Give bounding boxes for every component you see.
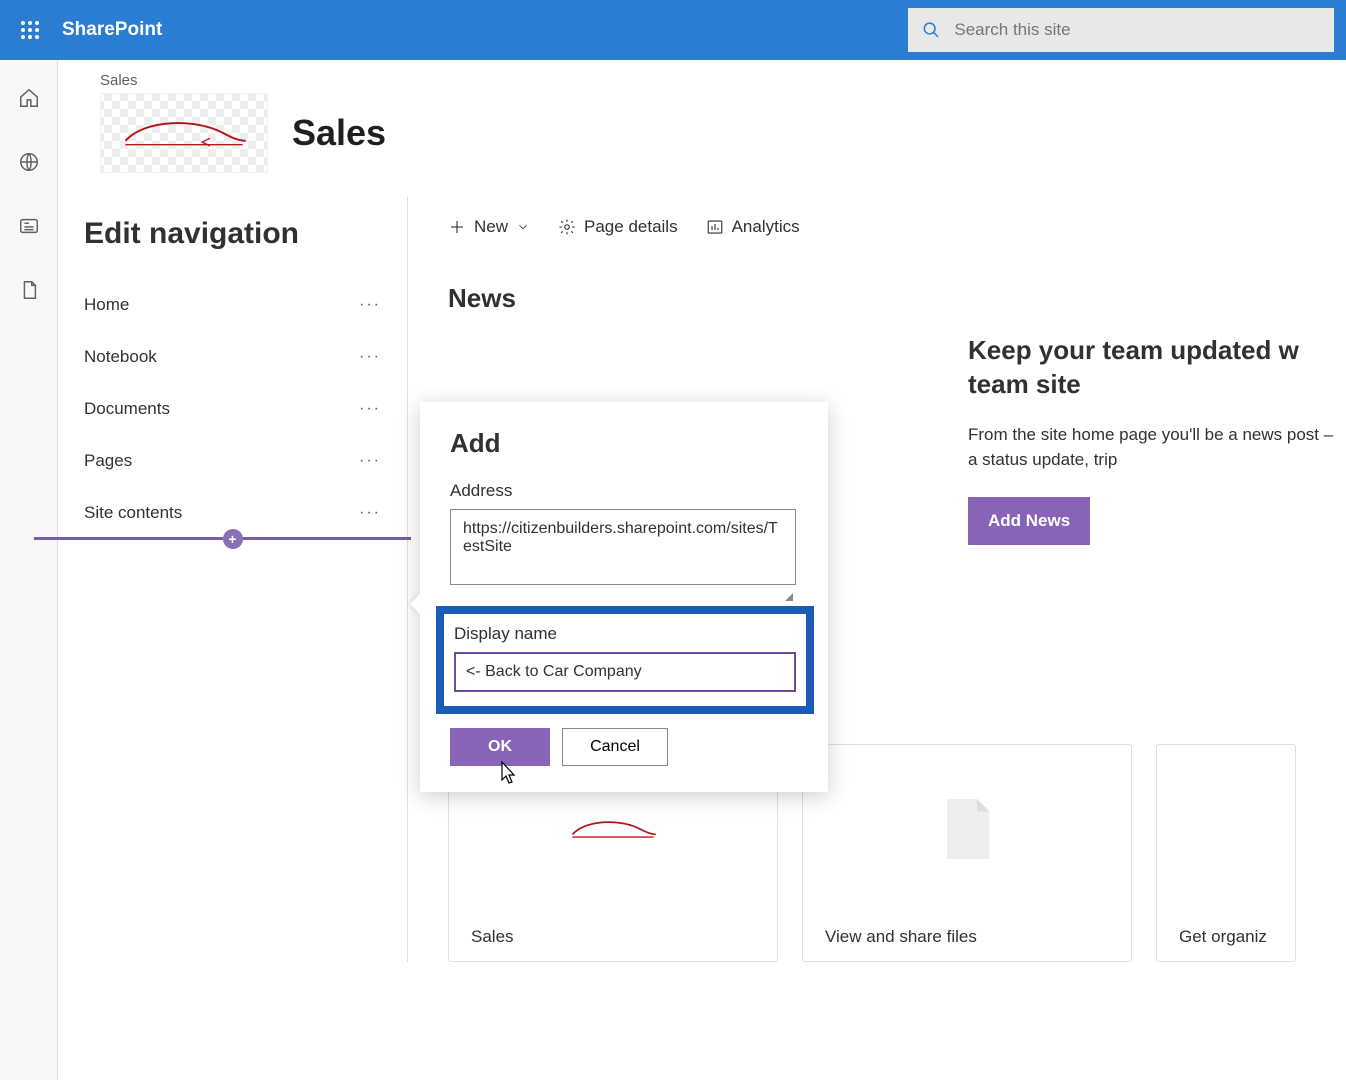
edit-navigation-panel: Edit navigation Home ··· Notebook ··· Do… xyxy=(58,197,408,962)
nav-item-documents[interactable]: Documents ··· xyxy=(84,383,381,435)
page-details-button[interactable]: Page details xyxy=(558,217,678,237)
search-icon xyxy=(922,20,940,40)
news-icon xyxy=(18,215,40,237)
site-header: Sales Sales xyxy=(58,60,1346,197)
news-title: Keep your team updated w team site xyxy=(968,334,1346,402)
chevron-down-icon xyxy=(516,220,530,234)
nav-item-label: Documents xyxy=(84,399,170,419)
rail-globe-button[interactable] xyxy=(15,148,43,176)
resize-handle-icon[interactable] xyxy=(785,593,793,601)
document-icon xyxy=(937,794,997,864)
display-name-label: Display name xyxy=(454,624,796,644)
quick-link-card[interactable]: Get organiz xyxy=(1156,744,1296,962)
rail-news-button[interactable] xyxy=(15,212,43,240)
globe-icon xyxy=(18,151,40,173)
news-body: From the site home page you'll be a news… xyxy=(968,422,1346,473)
search-box[interactable] xyxy=(908,8,1334,52)
card-label: View and share files xyxy=(803,913,1131,961)
rail-home-button[interactable] xyxy=(15,84,43,112)
analytics-label: Analytics xyxy=(732,217,800,237)
car-logo-icon xyxy=(119,113,249,153)
rail-files-button[interactable] xyxy=(15,276,43,304)
app-launcher-button[interactable] xyxy=(12,12,48,48)
page-details-label: Page details xyxy=(584,217,678,237)
add-link-callout: Add Address Display name OK Cancel xyxy=(420,402,828,792)
site-title: Sales xyxy=(292,112,386,154)
more-icon[interactable]: ··· xyxy=(359,348,381,366)
waffle-icon xyxy=(20,20,40,40)
add-news-button[interactable]: Add News xyxy=(968,497,1090,545)
plus-icon xyxy=(448,218,466,236)
quick-link-card[interactable]: View and share files xyxy=(802,744,1132,962)
more-icon[interactable]: ··· xyxy=(359,504,381,522)
main-area: Sales Sales Edit navigation Home ··· xyxy=(58,60,1346,1080)
cancel-button[interactable]: Cancel xyxy=(562,728,668,766)
more-icon[interactable]: ··· xyxy=(359,400,381,418)
new-button[interactable]: New xyxy=(448,217,530,237)
new-label: New xyxy=(474,217,508,237)
nav-item-label: Home xyxy=(84,295,129,315)
display-name-input[interactable] xyxy=(454,652,796,692)
insert-nav-item-button[interactable]: + xyxy=(223,529,243,549)
command-bar: New Page details Analytics xyxy=(448,197,1346,257)
more-icon[interactable]: ··· xyxy=(359,452,381,470)
breadcrumb[interactable]: Sales xyxy=(100,72,1314,89)
callout-title: Add xyxy=(450,428,798,459)
home-icon xyxy=(18,87,40,109)
nav-item-pages[interactable]: Pages ··· xyxy=(84,435,381,487)
card-label: Get organiz xyxy=(1157,913,1295,961)
display-name-highlight: Display name xyxy=(436,606,814,714)
more-icon[interactable]: ··· xyxy=(359,296,381,314)
car-logo-icon xyxy=(568,815,658,843)
search-input[interactable] xyxy=(954,20,1320,40)
nav-item-label: Notebook xyxy=(84,347,157,367)
gear-icon xyxy=(558,218,576,236)
site-logo[interactable] xyxy=(100,93,268,173)
news-heading: News xyxy=(448,283,1346,314)
edit-navigation-title: Edit navigation xyxy=(84,217,381,251)
suite-header: SharePoint xyxy=(0,0,1346,60)
card-label: Sales xyxy=(449,913,777,961)
address-input[interactable] xyxy=(450,509,796,585)
left-app-rail xyxy=(0,60,58,1080)
address-label: Address xyxy=(450,481,798,501)
app-name[interactable]: SharePoint xyxy=(62,19,162,41)
analytics-button[interactable]: Analytics xyxy=(706,217,800,237)
ok-button[interactable]: OK xyxy=(450,728,550,766)
nav-item-home[interactable]: Home ··· xyxy=(84,279,381,331)
nav-item-notebook[interactable]: Notebook ··· xyxy=(84,331,381,383)
nav-item-label: Pages xyxy=(84,451,132,471)
file-icon xyxy=(18,279,40,301)
nav-item-label: Site contents xyxy=(84,503,182,523)
analytics-icon xyxy=(706,218,724,236)
